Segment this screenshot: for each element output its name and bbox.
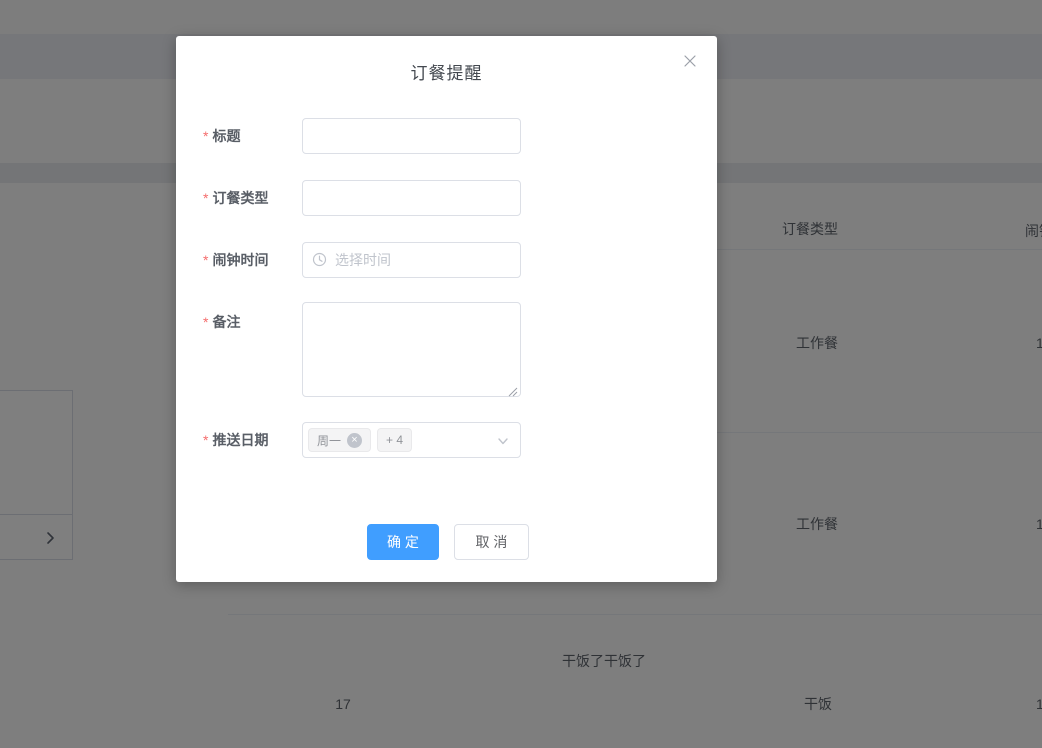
field-label-title: * 标题 [203,128,241,144]
push-days-select[interactable]: 周一 × + 4 [302,422,521,458]
tag-label: + 4 [386,433,404,447]
field-label-remark: * 备注 [203,314,241,330]
title-input[interactable] [302,118,521,154]
field-label-alarm-time: * 闹钟时间 [203,252,269,268]
field-label-meal-type: * 订餐类型 [203,190,269,206]
dialog-title: 订餐提醒 [410,64,483,83]
required-mark: * [203,128,209,144]
tag-label: 周一 [317,433,342,448]
remark-field [302,302,521,397]
confirm-button[interactable]: 确 定 [367,524,439,560]
field-label-push-days: * 推送日期 [203,432,269,448]
required-mark: * [203,314,209,330]
cancel-button[interactable]: 取 消 [454,524,529,560]
tag-remove-icon[interactable]: × [347,432,363,448]
close-button[interactable] [679,50,701,72]
collapsed-count-tag: + 4 [377,428,413,452]
required-mark: * [203,252,209,268]
chevron-down-icon [496,434,510,448]
close-icon [679,54,701,68]
meal-reminder-dialog: 订餐提醒 *标题 *订餐类型 *闹钟时间 *备注 *推送日期 周一 [176,36,717,582]
alarm-time-input[interactable] [302,242,521,278]
required-mark: * [203,432,209,448]
selected-tags: 周一 × + 4 [308,428,413,452]
selected-tag-monday[interactable]: 周一 × [308,428,372,452]
required-mark: * [203,190,209,206]
remark-textarea[interactable] [302,302,521,397]
meal-type-input[interactable] [302,180,521,216]
